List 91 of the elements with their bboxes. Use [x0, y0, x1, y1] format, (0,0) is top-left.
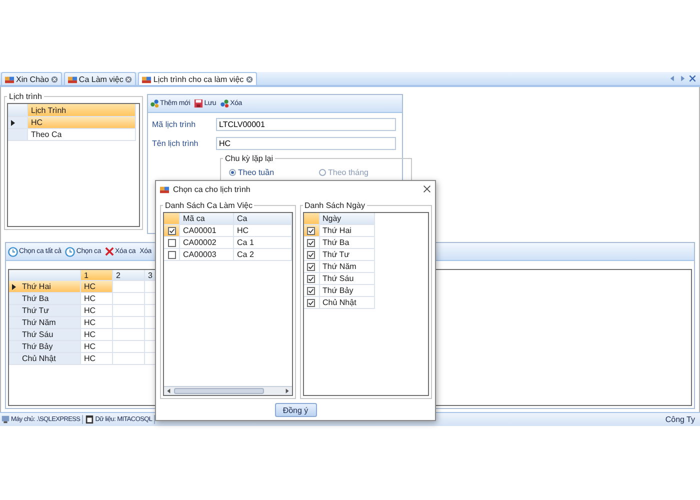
- day-label: Thứ Năm: [22, 318, 56, 327]
- close-icon: [246, 76, 253, 82]
- close-icon: [125, 76, 132, 82]
- checkbox[interactable]: [164, 249, 180, 261]
- table-cell[interactable]: [113, 305, 145, 317]
- save-icon: [194, 99, 204, 108]
- table-cell[interactable]: Thứ Bảy: [320, 285, 374, 297]
- clock-icon: [8, 246, 18, 256]
- column-header[interactable]: Ca: [234, 213, 292, 225]
- day-label: Chủ Nhật: [22, 354, 56, 363]
- tab[interactable]: Xin Chào: [1, 72, 62, 85]
- column-header[interactable]: Mã ca: [180, 213, 234, 225]
- close-icon: [50, 76, 58, 82]
- field-label: Tên lịch trình: [152, 138, 200, 148]
- ok-button[interactable]: Đồng ý: [274, 403, 316, 417]
- day-label: Thứ Tư: [22, 306, 50, 315]
- checkbox[interactable]: [304, 273, 320, 285]
- table-cell[interactable]: HC: [234, 225, 292, 237]
- table-cell[interactable]: Chủ Nhật: [320, 297, 374, 309]
- check-icon: [168, 228, 174, 234]
- checkbox[interactable]: [304, 249, 320, 261]
- table-cell[interactable]: CA00001: [180, 225, 234, 237]
- row-pointer-icon: [12, 284, 16, 290]
- status-text: Công Ty: [665, 415, 696, 424]
- table-cell[interactable]: Thứ Ba: [320, 237, 374, 249]
- table-cell[interactable]: CA00003: [180, 249, 234, 261]
- table-cell[interactable]: CA00002: [180, 237, 234, 249]
- column-header[interactable]: Ngày: [320, 213, 374, 225]
- table-cell[interactable]: [113, 281, 145, 293]
- window-icon: [5, 74, 14, 84]
- table-cell[interactable]: Thứ Tư: [320, 249, 374, 261]
- clock-icon: [65, 246, 76, 256]
- server-icon: [1, 415, 10, 424]
- column-header[interactable]: 1: [81, 270, 113, 281]
- table-cell[interactable]: HC: [81, 281, 113, 293]
- table-cell[interactable]: [113, 317, 145, 329]
- database-icon: [85, 415, 94, 424]
- table-cell[interactable]: HC: [81, 317, 113, 329]
- corner-cell: [304, 213, 320, 225]
- table-cell[interactable]: Ca 1: [234, 237, 292, 249]
- day-label: Thứ Ba: [22, 294, 49, 303]
- table-cell[interactable]: HC: [81, 293, 113, 305]
- table-cell[interactable]: Thứ Sáu: [320, 273, 374, 285]
- table-cell[interactable]: Thứ Năm: [320, 261, 374, 273]
- corner-cell: [164, 213, 180, 225]
- group-title: Danh Sách Ngày: [304, 201, 366, 210]
- field-label: Mã lịch trình: [152, 120, 197, 128]
- scroll-right-icon: [284, 388, 290, 394]
- day-label: Thứ Sáu: [22, 330, 54, 339]
- close-icon: [689, 75, 696, 82]
- checkbox[interactable]: [304, 225, 320, 237]
- input-field[interactable]: LTCLV00001: [216, 118, 396, 130]
- table-cell[interactable]: HC: [81, 329, 113, 341]
- table-cell[interactable]: HC: [81, 353, 113, 365]
- table-cell[interactable]: Ca 2: [234, 249, 292, 261]
- dialog-title: Chọn ca cho lịch trình: [173, 184, 250, 194]
- tab[interactable]: Lịch trình cho ca làm việc: [138, 72, 257, 85]
- table-cell[interactable]: HC: [28, 117, 136, 129]
- table-cell[interactable]: [113, 341, 145, 353]
- table-cell[interactable]: [113, 353, 145, 365]
- window-icon: [68, 74, 77, 84]
- row-pointer-icon: [11, 120, 15, 126]
- table-cell[interactable]: HC: [81, 305, 113, 317]
- table-cell[interactable]: Theo Ca: [28, 129, 136, 141]
- day-label: Thứ Hai: [22, 282, 51, 291]
- group-title: Chu kỳ lặp lại: [224, 154, 274, 163]
- close-icon: [423, 185, 431, 193]
- checkbox[interactable]: [304, 297, 320, 309]
- table-cell[interactable]: Thứ Hai: [320, 225, 374, 237]
- table-cell[interactable]: [113, 329, 145, 341]
- input-field[interactable]: HC: [216, 136, 396, 150]
- day-label: Thứ Bảy: [22, 342, 53, 351]
- radio-option[interactable]: Theo tuần: [229, 168, 319, 176]
- checkbox[interactable]: [304, 261, 320, 273]
- group-title: Lịch trình: [8, 92, 43, 101]
- column-header[interactable]: 2: [113, 270, 145, 281]
- table-cell[interactable]: [113, 293, 145, 305]
- scroll-left-icon: [669, 75, 676, 82]
- window-icon: [142, 74, 152, 84]
- checkbox[interactable]: [164, 237, 180, 249]
- tab[interactable]: Ca Làm việc: [64, 72, 136, 85]
- checkbox[interactable]: [164, 225, 180, 237]
- scroll-left-icon: [166, 388, 172, 394]
- checkbox[interactable]: [304, 237, 320, 249]
- group-title: Danh Sách Ca Làm Việc: [164, 201, 254, 210]
- column-header[interactable]: Lịch Trình: [28, 104, 136, 117]
- checkbox[interactable]: [304, 285, 320, 297]
- table-cell[interactable]: HC: [81, 341, 113, 353]
- window-icon: [160, 184, 169, 194]
- scroll-right-icon: [679, 75, 686, 82]
- horizontal-scrollbar[interactable]: [164, 386, 292, 395]
